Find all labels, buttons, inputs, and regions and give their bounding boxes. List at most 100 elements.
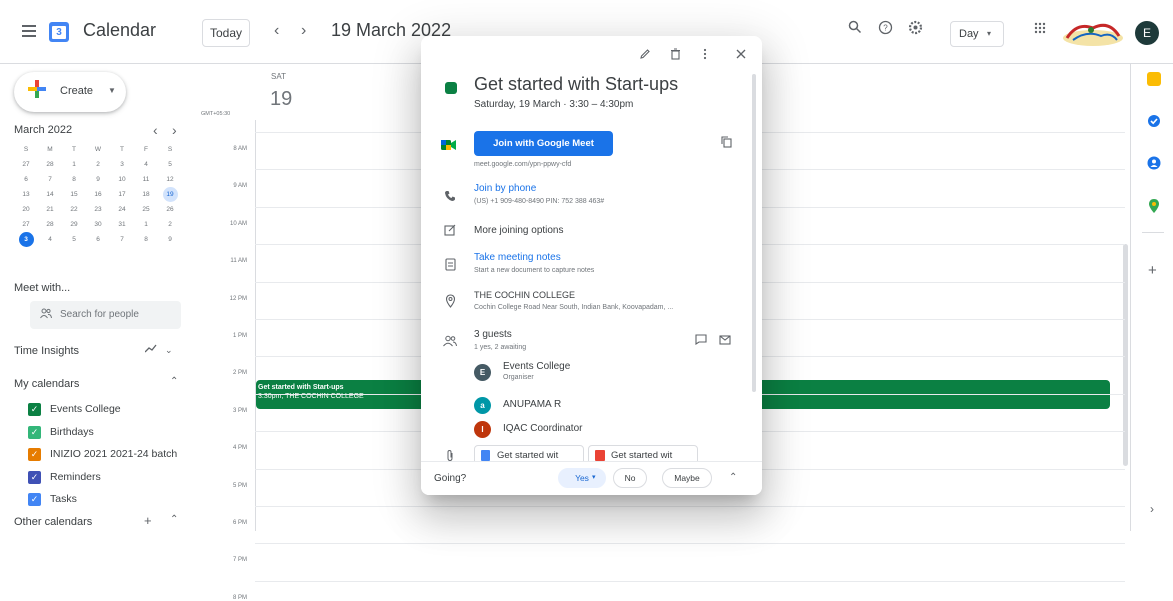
- rsvp-no-button[interactable]: No: [613, 468, 647, 488]
- mini-calendar-day[interactable]: 3: [18, 232, 34, 247]
- mini-calendar-day[interactable]: 25: [134, 202, 158, 217]
- chevron-up-icon[interactable]: ⌃: [170, 514, 178, 525]
- mini-calendar-day[interactable]: 29: [62, 217, 86, 232]
- apps-grid-icon[interactable]: [1030, 20, 1050, 40]
- more-options-icon[interactable]: [698, 48, 712, 62]
- mini-calendar-day[interactable]: 7: [38, 172, 62, 187]
- join-by-phone-link[interactable]: Join by phone: [474, 183, 536, 194]
- mini-calendar-day[interactable]: 1: [62, 157, 86, 172]
- mini-calendar-day[interactable]: 26: [158, 202, 182, 217]
- checkbox-icon[interactable]: ✓: [28, 470, 41, 484]
- edit-icon[interactable]: [638, 48, 652, 62]
- mini-calendar-day[interactable]: 21: [38, 202, 62, 217]
- mini-calendar-day[interactable]: 13: [14, 187, 38, 202]
- email-icon[interactable]: [718, 334, 732, 348]
- guest-avatar[interactable]: a: [474, 397, 491, 414]
- mini-calendar-day[interactable]: 14: [38, 187, 62, 202]
- rsvp-yes-button[interactable]: Yes ▾: [558, 468, 606, 488]
- mini-calendar-day[interactable]: 4: [134, 157, 158, 172]
- location-name[interactable]: THE COCHIN COLLEGE: [474, 290, 575, 300]
- contacts-icon[interactable]: [1147, 156, 1161, 170]
- guest-avatar[interactable]: I: [474, 421, 491, 438]
- mini-calendar-day[interactable]: 6: [86, 232, 110, 247]
- mini-calendar-day[interactable]: 5: [158, 157, 182, 172]
- mini-calendar-day[interactable]: 30: [86, 217, 110, 232]
- chat-icon[interactable]: [694, 334, 708, 348]
- my-calendars-heading[interactable]: My calendars: [14, 378, 79, 390]
- mini-calendar-day[interactable]: 4: [38, 232, 62, 247]
- join-meet-button[interactable]: Join with Google Meet: [474, 131, 613, 156]
- mini-calendar-day[interactable]: 5: [62, 232, 86, 247]
- rsvp-maybe-button[interactable]: Maybe: [662, 468, 712, 488]
- mini-calendar-day[interactable]: 10: [110, 172, 134, 187]
- search-icon[interactable]: [845, 20, 865, 40]
- help-icon[interactable]: ?: [875, 20, 895, 40]
- tasks-icon[interactable]: [1147, 114, 1161, 128]
- popup-scrollbar[interactable]: [752, 74, 756, 392]
- mini-calendar-day[interactable]: 22: [62, 202, 86, 217]
- add-addon-icon[interactable]: +: [1148, 262, 1157, 279]
- mini-calendar-day[interactable]: 17: [110, 187, 134, 202]
- insights-icon[interactable]: [144, 344, 157, 357]
- mini-calendar-day[interactable]: 9: [158, 232, 182, 247]
- mini-calendar-day[interactable]: 6: [14, 172, 38, 187]
- checkbox-icon[interactable]: ✓: [28, 403, 41, 416]
- mini-calendar-day[interactable]: 27: [14, 157, 38, 172]
- mini-calendar-day[interactable]: 28: [38, 217, 62, 232]
- chevron-up-icon[interactable]: ⌃: [170, 376, 178, 387]
- keep-icon[interactable]: [1147, 72, 1161, 86]
- mini-calendar-day[interactable]: 16: [86, 187, 110, 202]
- meet-link[interactable]: meet.google.com/ypn-ppwy-cfd: [474, 161, 571, 168]
- mini-calendar-prev[interactable]: ‹: [153, 122, 158, 138]
- mini-calendar-day[interactable]: 11: [134, 172, 158, 187]
- copy-icon[interactable]: [719, 136, 733, 150]
- settings-icon[interactable]: [905, 20, 925, 40]
- add-calendar-icon[interactable]: +: [144, 513, 152, 528]
- mini-calendar-day[interactable]: 2: [86, 157, 110, 172]
- mini-calendar-day[interactable]: 8: [62, 172, 86, 187]
- calendar-logo-icon[interactable]: 3: [49, 22, 69, 42]
- checkbox-icon[interactable]: ✓: [28, 425, 41, 439]
- mini-calendar-day[interactable]: 8: [134, 232, 158, 247]
- more-joining-options-link[interactable]: More joining options: [474, 225, 564, 236]
- chevron-down-icon[interactable]: ⌄: [165, 345, 173, 356]
- mini-calendar-day[interactable]: 3: [110, 157, 134, 172]
- mini-calendar-day[interactable]: 24: [110, 202, 134, 217]
- checkbox-icon[interactable]: ✓: [28, 493, 41, 506]
- mini-calendar-day[interactable]: 28: [38, 157, 62, 172]
- chevron-right-icon[interactable]: ›: [1150, 502, 1154, 516]
- delete-icon[interactable]: [668, 48, 682, 62]
- search-people-input[interactable]: Search for people: [30, 301, 181, 329]
- mini-calendar-day[interactable]: 20: [14, 202, 38, 217]
- mini-calendar-day[interactable]: 9: [86, 172, 110, 187]
- scrollbar[interactable]: [1123, 244, 1128, 466]
- time-insights-heading[interactable]: Time Insights: [14, 345, 79, 357]
- mini-calendar-day[interactable]: 19: [162, 187, 178, 202]
- maps-icon[interactable]: [1147, 198, 1161, 213]
- mini-calendar-day[interactable]: 7: [110, 232, 134, 247]
- mini-calendar-day[interactable]: 23: [86, 202, 110, 217]
- previous-day-button[interactable]: ‹: [274, 22, 279, 40]
- mini-calendar-day[interactable]: 2: [158, 217, 182, 232]
- checkbox-icon[interactable]: ✓: [28, 448, 41, 461]
- menu-icon[interactable]: [22, 25, 36, 37]
- mini-calendar-day[interactable]: 31: [110, 217, 134, 232]
- mini-calendar-day[interactable]: 18: [134, 187, 158, 202]
- create-button[interactable]: Create ▼: [14, 72, 126, 112]
- organization-logo[interactable]: [1057, 16, 1129, 50]
- mini-calendar-day[interactable]: 27: [14, 217, 38, 232]
- account-avatar[interactable]: E: [1135, 21, 1159, 45]
- today-button[interactable]: Today: [202, 19, 250, 47]
- guest-avatar[interactable]: E: [474, 364, 491, 381]
- close-icon[interactable]: [734, 48, 748, 62]
- chevron-down-icon[interactable]: ▾: [592, 469, 596, 487]
- take-meeting-notes-link[interactable]: Take meeting notes: [474, 252, 561, 263]
- next-day-button[interactable]: ›: [301, 22, 306, 40]
- view-selector[interactable]: Day ▾: [950, 21, 1004, 47]
- chevron-up-icon[interactable]: ⌃: [729, 472, 737, 483]
- day-number[interactable]: 19: [270, 88, 292, 111]
- other-calendars-heading[interactable]: Other calendars: [14, 516, 92, 528]
- mini-calendar-day[interactable]: 1: [134, 217, 158, 232]
- mini-calendar-day[interactable]: 15: [62, 187, 86, 202]
- mini-calendar-next[interactable]: ›: [172, 122, 177, 138]
